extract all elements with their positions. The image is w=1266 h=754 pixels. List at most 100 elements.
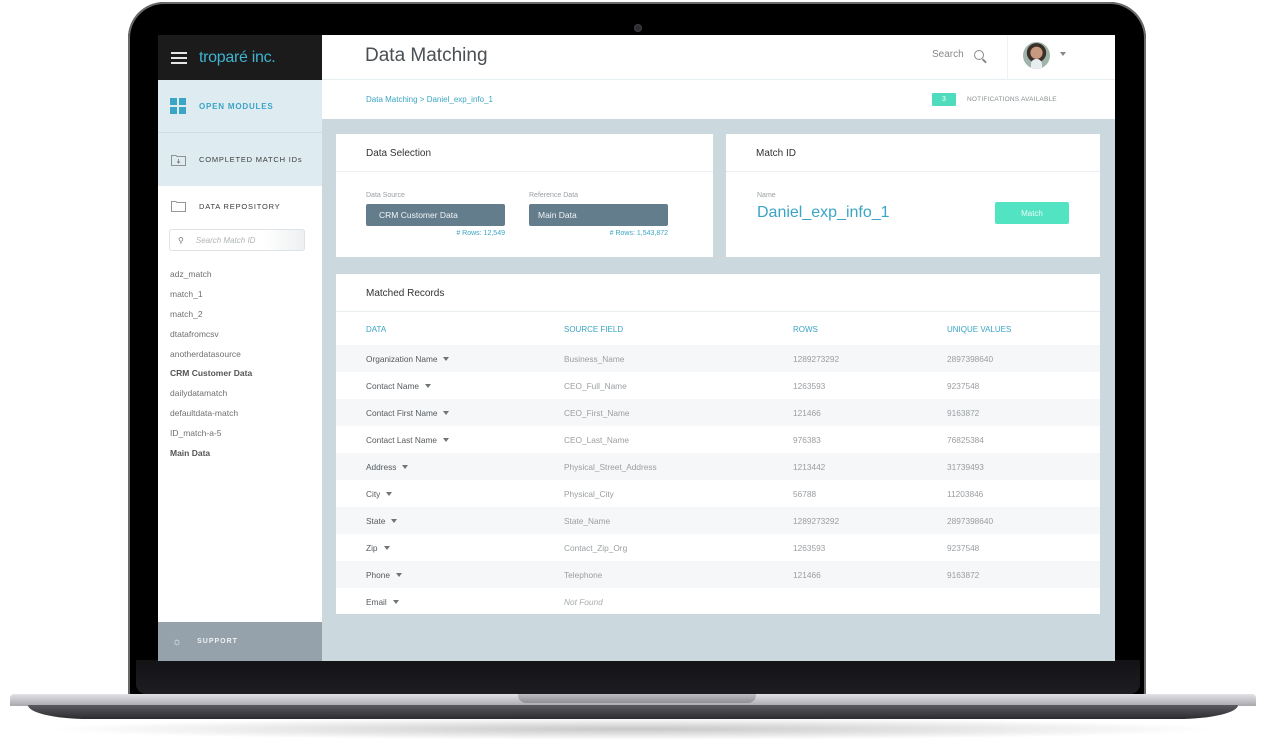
caret-down-icon[interactable]: [443, 357, 450, 362]
chevron-down-icon[interactable]: [1060, 52, 1066, 56]
breadcrumb[interactable]: Data Matching > Daniel_exp_info_1: [366, 95, 493, 104]
unique-values-cell: 9163872: [947, 561, 1100, 588]
data-field-dropdown[interactable]: Phone: [336, 561, 564, 588]
caret-down-icon[interactable]: [396, 573, 402, 578]
repository-item[interactable]: defaultdata-match: [170, 404, 322, 424]
rows-cell: [793, 588, 947, 615]
caret-down-icon[interactable]: [443, 411, 450, 416]
repository-item[interactable]: anotherdatasource: [170, 345, 322, 365]
reference-data-select[interactable]: Main Data: [529, 204, 668, 226]
lightbulb-icon: ☼: [172, 635, 184, 648]
reference-data-rows: # Rows: 1,543,872: [609, 230, 668, 237]
repository-item[interactable]: Main Data: [170, 444, 322, 464]
data-field-dropdown[interactable]: Organization Name: [336, 345, 564, 372]
sidebar-item-open-modules[interactable]: OPEN MODULES: [158, 80, 322, 133]
search-match-id-input[interactable]: [195, 235, 296, 245]
source-field-cell: CEO_Last_Name: [564, 434, 630, 445]
caret-down-icon[interactable]: [392, 600, 399, 605]
unique-values-cell: 11203846: [947, 488, 984, 499]
search-label: Search: [932, 49, 964, 60]
data-field-label: State: [366, 515, 386, 526]
rows-cell: 1263593: [793, 380, 826, 391]
unique-values-cell: 9237548: [947, 542, 980, 553]
unique-values-cell: 2897398640: [947, 507, 1100, 534]
column-header-source-field[interactable]: SOURCE FIELD: [564, 312, 793, 345]
user-avatar[interactable]: [1023, 42, 1050, 69]
data-field-dropdown[interactable]: Address: [336, 453, 564, 480]
column-header-rows[interactable]: ROWS: [793, 312, 947, 345]
hamburger-menu-icon[interactable]: [171, 51, 187, 64]
rows-cell: 1263593: [793, 542, 826, 553]
data-field-dropdown[interactable]: Contact Name: [336, 372, 564, 399]
sidebar-item-data-repository[interactable]: DATA REPOSITORY: [158, 186, 322, 226]
brand-logo: troparé inc.: [199, 48, 276, 66]
repository-item[interactable]: match_2: [170, 305, 322, 325]
unique-values-cell: 9237548: [947, 380, 980, 391]
data-field-label: City: [366, 488, 381, 499]
notifications-label[interactable]: NOTIFICATIONS AVAILABLE: [967, 96, 1057, 103]
data-field-label: Organization Name: [366, 353, 438, 364]
grid-icon: [170, 98, 186, 114]
support-button[interactable]: ☼ SUPPORT: [158, 622, 322, 661]
rows-cell: 121466: [793, 561, 947, 588]
match-button[interactable]: Match: [995, 202, 1069, 224]
column-header-data[interactable]: DATA: [336, 312, 564, 345]
table-row: Contact First Name CEO_First_Name 121466 91…: [336, 399, 1100, 426]
unique-values-cell: 31739493: [947, 453, 1100, 480]
column-header-unique-values[interactable]: UNIQUE VALUES: [947, 312, 1100, 345]
source-field-cell: Business_Name: [564, 345, 793, 372]
caret-down-icon[interactable]: [383, 546, 390, 551]
repository-item[interactable]: CRM Customer Data: [170, 364, 322, 384]
caret-down-icon[interactable]: [402, 465, 409, 470]
unique-values-cell: [947, 588, 1100, 615]
data-source-rows: # Rows: 12,549: [456, 230, 505, 237]
table-row: Phone Telephone 121466 9163872: [336, 561, 1100, 588]
match-id-name: Daniel_exp_info_1: [757, 204, 890, 221]
data-source-select[interactable]: CRM Customer Data: [366, 204, 505, 226]
caret-down-icon[interactable]: [443, 438, 450, 443]
search-icon: ⚲: [178, 235, 184, 245]
top-bar: Data Matching Search: [322, 35, 1115, 80]
data-field-dropdown[interactable]: Contact First Name: [336, 399, 564, 426]
repository-item[interactable]: ID_match-a-5: [170, 424, 322, 444]
top-search-button[interactable]: Search: [932, 49, 984, 60]
data-field-dropdown[interactable]: Contact Last Name: [336, 426, 564, 453]
table-row: Organization Name Business_Name 1289273292…: [336, 345, 1100, 372]
data-source-label: Data Source: [366, 192, 405, 199]
reference-data-label: Reference Data: [529, 192, 579, 199]
sidebar-item-completed-match-ids[interactable]: COMPLETED MATCH IDs: [158, 133, 322, 186]
source-field-cell: Telephone: [564, 561, 793, 588]
app-screen: troparé inc. OPEN MODULES COMPLETED MATC…: [158, 35, 1115, 661]
matched-records-table: DATA SOURCE FIELD ROWS UNIQUE VALUES Org…: [336, 312, 1100, 615]
data-field-dropdown[interactable]: City: [336, 480, 564, 507]
repository-item[interactable]: dtatafromcsv: [170, 325, 322, 345]
sidebar: troparé inc. OPEN MODULES COMPLETED MATC…: [158, 35, 322, 661]
caret-down-icon[interactable]: [386, 492, 393, 497]
data-field-label: Contact Name: [366, 380, 420, 391]
repository-item[interactable]: dailydatamatch: [170, 384, 322, 404]
repository-item[interactable]: match_1: [170, 285, 322, 305]
data-field-dropdown[interactable]: Email: [336, 588, 564, 615]
data-selection-card: Data Selection Data Source CRM Customer …: [336, 134, 713, 257]
table-row: Contact Last Name CEO_Last_Name 976383 7682…: [336, 426, 1100, 453]
source-field-cell: Physical_City: [564, 488, 614, 499]
rows-cell: 121466: [793, 399, 947, 426]
match-id-search: ⚲: [169, 229, 305, 251]
caret-down-icon[interactable]: [425, 384, 432, 389]
data-field-label: Contact Last Name: [366, 434, 438, 445]
data-field-label: Zip: [366, 542, 378, 553]
notifications-count-badge[interactable]: 3: [932, 93, 956, 106]
breadcrumb-bar: Data Matching > Daniel_exp_info_1 3 NOTI…: [322, 80, 1115, 119]
card-title: Data Selection: [336, 134, 713, 172]
folder-icon: [170, 199, 186, 213]
unique-values-cell: 76825384: [947, 434, 984, 445]
source-field-cell: Physical_Street_Address: [564, 453, 793, 480]
search-icon: [973, 49, 984, 60]
data-field-dropdown[interactable]: Zip: [336, 534, 564, 561]
folder-download-icon: [170, 153, 186, 167]
rows-cell: 56788: [793, 488, 817, 499]
repository-item[interactable]: adz_match: [170, 265, 322, 285]
caret-down-icon[interactable]: [391, 519, 398, 524]
data-field-dropdown[interactable]: State: [336, 507, 564, 534]
source-field-cell: Not Found: [564, 596, 603, 607]
